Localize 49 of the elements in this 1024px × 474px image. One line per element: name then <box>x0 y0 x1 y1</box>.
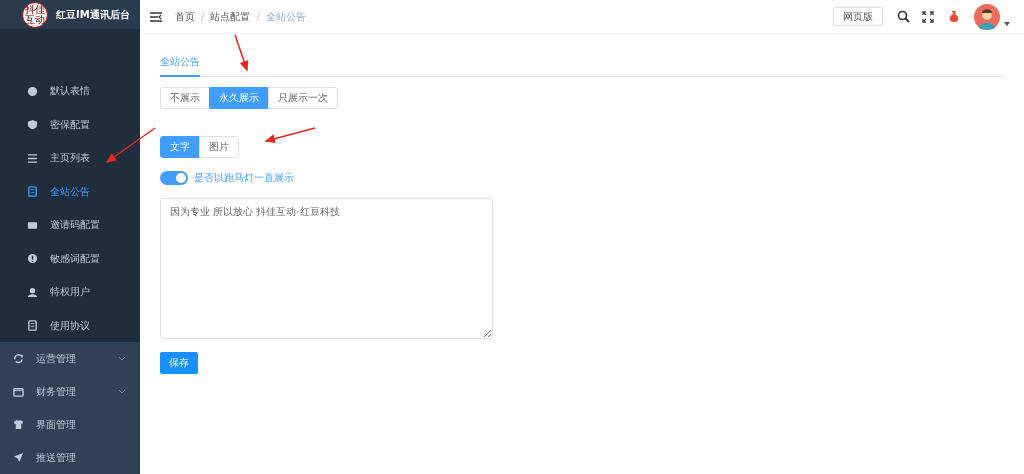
content-type-option[interactable]: 图片 <box>199 136 239 158</box>
chevron-icon <box>118 389 126 395</box>
sidebar-item[interactable]: 敏感词配置 <box>0 241 140 276</box>
user-icon <box>27 286 38 298</box>
sidebar-menu[interactable]: 运营管理 <box>0 342 140 376</box>
money-bag-icon[interactable] <box>948 10 960 23</box>
breadcrumb-item: 全站公告 <box>265 9 306 24</box>
sidebar-item[interactable]: 密保配置 <box>0 107 140 142</box>
app-title: 红豆IM通讯后台 <box>56 7 130 22</box>
switch-label: 是否以跑马灯一直展示 <box>194 171 294 185</box>
logo: 抖佳互动 <box>22 1 48 28</box>
display-mode-option[interactable]: 不展示 <box>160 87 210 109</box>
breadcrumb-item[interactable]: 首页 <box>175 9 195 24</box>
display-mode-option[interactable]: 只展示一次 <box>268 87 338 109</box>
breadcrumb-separator: / <box>256 11 260 22</box>
sidebar-item[interactable]: 主页列表 <box>0 141 140 175</box>
sidebar-menu[interactable]: 推送管理 <box>0 441 140 474</box>
sidebar-item[interactable]: 使用协议 <box>0 308 140 343</box>
annotation-arrow <box>105 127 156 163</box>
shirt-icon <box>13 419 24 431</box>
web-version-button[interactable]: 网页版 <box>833 7 883 26</box>
notice-text-field[interactable]: 因为专业 所以放心 抖佳互动·红豆科技 <box>160 198 493 339</box>
fullscreen-icon[interactable] <box>922 10 934 23</box>
sidebar-menu[interactable]: 财务管理 <box>0 375 140 409</box>
alert-icon <box>27 253 38 265</box>
card-icon <box>27 219 38 231</box>
document-icon <box>27 186 38 198</box>
box-icon <box>13 386 24 398</box>
document-icon <box>27 320 38 332</box>
breadcrumb-separator: / <box>201 11 205 22</box>
annotation-arrow <box>234 34 249 72</box>
chevron-icon <box>118 356 126 362</box>
send-icon <box>13 452 24 464</box>
sidebar-item[interactable]: 邀请码配置 <box>0 208 140 242</box>
circle-icon <box>27 85 38 97</box>
caret-icon[interactable] <box>1004 21 1010 26</box>
avatar[interactable] <box>974 3 1000 30</box>
list-icon <box>27 152 38 164</box>
search-icon[interactable] <box>897 10 910 23</box>
breadcrumb-item[interactable]: 站点配置 <box>210 9 251 24</box>
marquee-switch[interactable] <box>160 171 188 185</box>
sidebar-item[interactable]: 特权用户 <box>0 275 140 309</box>
sidebar-item[interactable]: 默认表情 <box>0 74 140 108</box>
annotation-arrow <box>264 127 316 144</box>
cycle-icon <box>13 353 24 365</box>
sidebar-item[interactable]: 全站公告 <box>0 174 140 209</box>
shield-icon <box>27 119 38 131</box>
menu-icon[interactable] <box>150 11 162 22</box>
sidebar-menu[interactable]: 界面管理 <box>0 408 140 442</box>
